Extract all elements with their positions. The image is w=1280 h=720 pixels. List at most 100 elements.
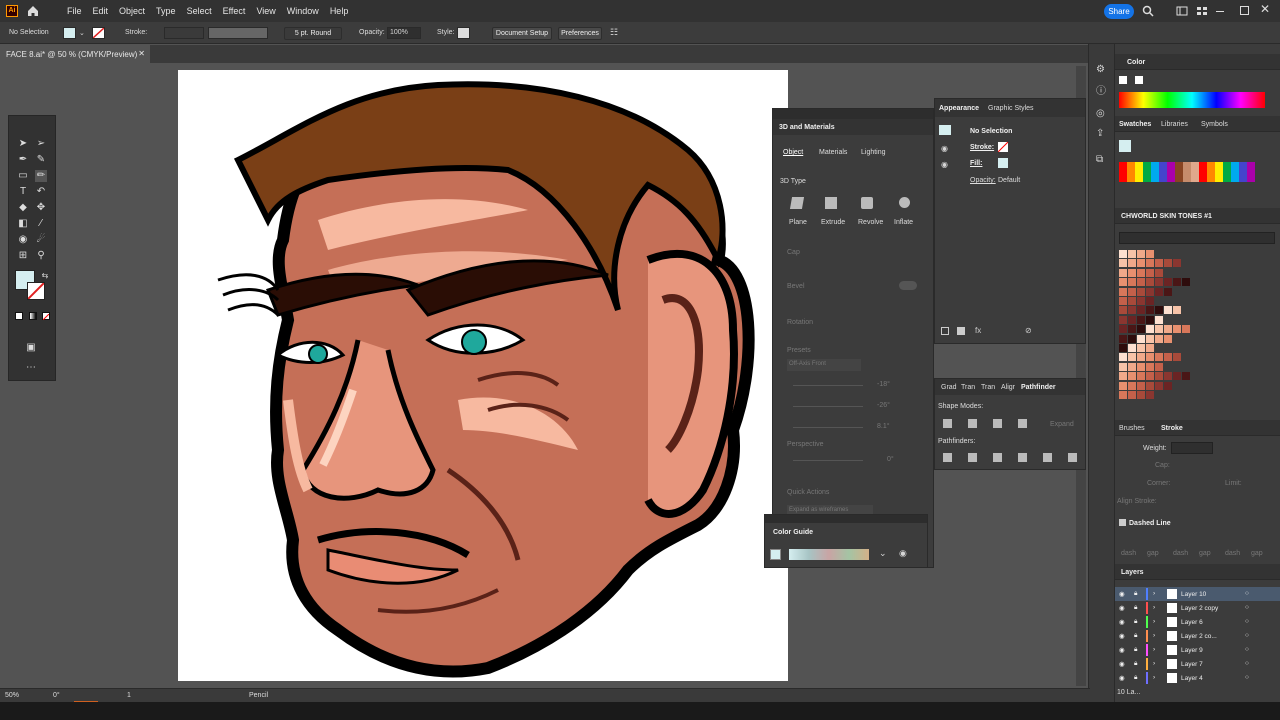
layer-lock-icon[interactable]: 🔒︎ [1134,632,1137,640]
tab-transparency[interactable]: Tran [961,384,975,391]
tab-object[interactable]: Object [783,149,803,156]
layer-visibility-icon[interactable]: ◉ [1119,604,1125,612]
tab-appearance[interactable]: Appearance [939,105,979,112]
fill-dropdown-icon[interactable]: ⌄ [79,29,85,37]
stroke-swatch[interactable] [92,27,105,39]
skin-swatch[interactable] [1137,362,1145,371]
share-button[interactable]: Share [1104,4,1134,19]
brush-definition[interactable]: 5 pt. Round [284,27,342,40]
presets-dropdown[interactable]: Off-Axis Front [787,359,861,371]
layer-row[interactable]: ◉ 🔒︎ › Layer 4 ○ [1115,671,1280,685]
harmony-dropdown-icon[interactable]: ⌄ [879,548,887,559]
workspace-icon[interactable] [1176,6,1188,16]
skin-swatch[interactable] [1119,353,1127,362]
skin-swatch[interactable] [1119,268,1127,277]
edit-colors-icon[interactable]: ◉ [899,548,907,559]
skin-swatch[interactable] [1137,306,1145,315]
skin-swatch[interactable] [1164,372,1172,381]
skin-swatch[interactable] [1128,372,1136,381]
layer-name[interactable]: Layer 7 [1181,661,1203,668]
harmony-colors[interactable] [789,549,869,560]
color-spectrum[interactable] [1119,92,1265,108]
skin-swatch[interactable] [1173,259,1181,268]
y-slider[interactable] [793,406,863,407]
merge-icon[interactable] [993,453,1002,462]
layer-row[interactable]: ◉ 🔒︎ › Layer 9 ○ [1115,643,1280,657]
skin-swatch[interactable] [1119,372,1127,381]
type-inflate-label[interactable]: Inflate [894,219,913,226]
face-illustration[interactable] [178,70,788,681]
screen-mode-icon[interactable]: ▣ [25,342,37,354]
layer-lock-icon[interactable]: 🔒︎ [1134,646,1137,654]
fill-swatch[interactable] [63,27,76,39]
layer-lock-icon[interactable]: 🔒︎ [1134,674,1137,682]
skin-swatch[interactable] [1146,362,1154,371]
skin-swatch[interactable] [1137,278,1145,287]
skin-swatch[interactable] [1119,278,1127,287]
skin-swatch[interactable] [1137,381,1145,390]
skin-swatch[interactable] [1128,344,1136,352]
skin-swatch[interactable] [1137,315,1145,324]
type-extrude-label[interactable]: Extrude [821,219,845,226]
skin-swatch[interactable] [1155,287,1163,296]
skin-swatch[interactable] [1119,325,1127,334]
layer-name[interactable]: Layer 2 copy [1181,605,1218,612]
x-slider[interactable] [793,385,863,386]
tab-libraries[interactable]: Libraries [1161,121,1188,128]
layer-row[interactable]: ◉ 🔒︎ › Layer 10 ○ [1115,587,1280,601]
skin-swatch[interactable] [1119,315,1127,324]
skin-swatch[interactable] [1164,325,1172,334]
skin-swatch[interactable] [1128,334,1136,343]
type-tool-icon[interactable]: T [17,186,29,198]
maximize-button[interactable] [1240,6,1249,15]
tab-graphic-styles[interactable]: Graphic Styles [988,105,1034,112]
add-effect-icon[interactable]: fx [975,326,981,335]
libraries-icon[interactable]: ◎ [1096,108,1105,119]
skin-swatch[interactable] [1137,325,1145,334]
skin-swatch[interactable] [1155,325,1163,334]
curvature-tool-icon[interactable]: ✎ [35,154,47,166]
color-stroke-box[interactable] [1135,76,1143,84]
zoom-level[interactable]: 50% [5,692,19,699]
pencil-tool-icon[interactable]: ✏ [35,170,47,182]
perspective-value[interactable]: 0° [887,456,894,463]
skin-swatch[interactable] [1173,353,1181,362]
menu-help[interactable]: Help [330,6,349,16]
layer-row[interactable]: ◉ 🔒︎ › Layer 6 ○ [1115,615,1280,629]
puppet-warp-icon[interactable]: ✥ [35,202,47,214]
skin-swatch[interactable] [1146,306,1154,315]
layer-name[interactable]: Layer 10 [1181,591,1206,598]
tab-materials[interactable]: Materials [819,149,847,156]
stroke-weight-field[interactable] [1171,442,1213,454]
skin-swatch[interactable] [1146,325,1154,334]
skin-swatch[interactable] [1119,334,1127,343]
style-swatch[interactable] [457,27,470,39]
extrude-icon[interactable] [825,197,837,209]
skin-swatch[interactable] [1173,306,1181,315]
skin-swatch[interactable] [1128,325,1136,334]
tab-transform[interactable]: Tran [981,384,995,391]
artboard-tool-icon[interactable]: ⊞ [17,250,29,262]
bevel-toggle[interactable] [899,281,917,290]
layer-lock-icon[interactable]: 🔒︎ [1134,604,1137,612]
layer-expand-icon[interactable]: › [1153,604,1155,611]
type-revolve-label[interactable]: Revolve [858,219,883,226]
skin-swatch[interactable] [1173,278,1181,287]
skin-swatch[interactable] [1128,362,1136,371]
stroke-weight-input[interactable] [164,27,204,39]
intersect-icon[interactable] [993,419,1002,428]
layer-target-icon[interactable]: ○ [1245,674,1249,681]
skin-swatch[interactable] [1146,297,1154,305]
layer-visibility-icon[interactable]: ◉ [1119,660,1125,668]
skin-swatch[interactable] [1128,391,1136,399]
clear-appearance-icon[interactable]: ⊘ [1025,326,1032,335]
skin-swatch[interactable] [1137,250,1145,258]
skin-swatch[interactable] [1155,268,1163,277]
skin-swatch[interactable] [1128,306,1136,315]
arrange-icon[interactable] [1196,6,1208,16]
layer-name[interactable]: Layer 4 [1181,675,1203,682]
skin-swatch[interactable] [1164,306,1172,315]
add-stroke-icon[interactable] [941,327,949,335]
divide-icon[interactable] [943,453,952,462]
appearance-fill-label[interactable]: Fill: [970,160,982,167]
